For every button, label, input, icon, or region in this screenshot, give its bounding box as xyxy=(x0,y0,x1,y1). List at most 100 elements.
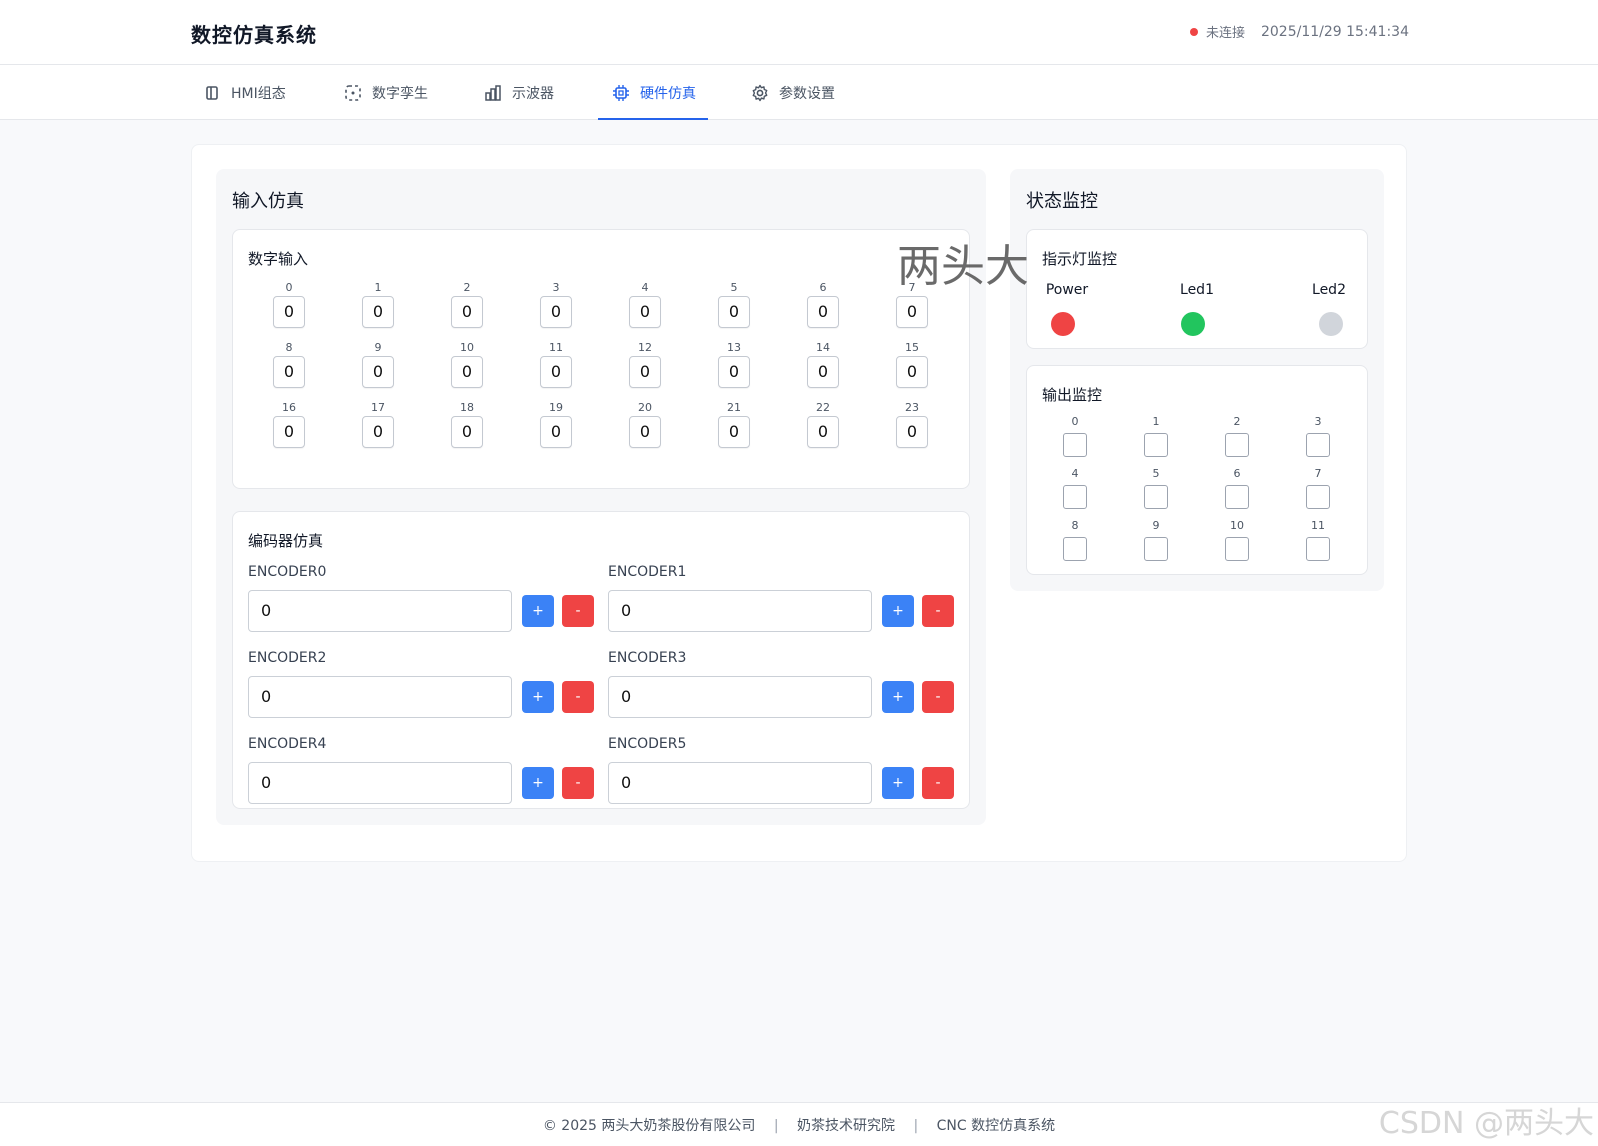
digital-input-channel: 40 xyxy=(629,280,661,328)
digital-input-value[interactable]: 0 xyxy=(273,416,305,448)
digital-input-channel: 50 xyxy=(718,280,750,328)
encoder-value-input[interactable]: 0 xyxy=(248,762,512,804)
output-state-box xyxy=(1063,537,1087,561)
encoder-increment-button[interactable]: + xyxy=(882,681,914,713)
digital-input-card: 数字输入 0 0 1 0 2 0 3 0 4 0 5 0 6 0 7 0 8 0 9 0 10 0 11 0 12 0 13 0 14 0… xyxy=(232,229,970,489)
encoder-decrement-button[interactable]: - xyxy=(922,681,954,713)
digital-input-value[interactable]: 0 xyxy=(718,416,750,448)
channel-label: 12 xyxy=(638,341,652,354)
digital-input-channel: 60 xyxy=(807,280,839,328)
digital-input-title: 数字输入 xyxy=(248,250,309,268)
tab-settings[interactable]: 参数设置 xyxy=(751,65,835,120)
encoder-label: ENCODER3 xyxy=(608,650,687,666)
encoder-label: ENCODER1 xyxy=(608,564,687,580)
encoder-decrement-button[interactable]: - xyxy=(562,767,594,799)
encoder-label: ENCODER4 xyxy=(248,736,327,752)
channel-label: 17 xyxy=(371,401,385,414)
tab-oscilloscope[interactable]: 示波器 xyxy=(484,65,554,120)
digital-input-value[interactable]: 0 xyxy=(807,296,839,328)
digital-input-value[interactable]: 0 xyxy=(540,416,572,448)
app-title: 数控仿真系统 xyxy=(191,23,317,47)
digital-input-value[interactable]: 0 xyxy=(629,416,661,448)
digital-input-value[interactable]: 0 xyxy=(896,296,928,328)
input-sim-panel: 输入仿真 数字输入 0 0 1 0 2 0 3 0 4 0 5 0 6 0 7 0 8 0 9 0 10 0 11 0 12 0 1… xyxy=(216,169,986,825)
digital-input-value[interactable]: 0 xyxy=(807,356,839,388)
digital-input-value[interactable]: 0 xyxy=(273,296,305,328)
encoder-item: ENCODER3 0 + - xyxy=(608,650,954,720)
output-channel: 8 xyxy=(1063,518,1087,561)
encoder-increment-button[interactable]: + xyxy=(882,595,914,627)
digital-input-channel: 17 0 xyxy=(362,400,394,448)
digital-input-value[interactable]: 0 xyxy=(540,296,572,328)
tab-hardware-sim[interactable]: 硬件仿真 xyxy=(598,65,708,120)
tab-digital-twin[interactable]: 数字孪生 xyxy=(344,65,428,120)
channel-label: 4 xyxy=(641,281,649,294)
encoder-decrement-button[interactable]: - xyxy=(562,595,594,627)
digital-input-value[interactable]: 0 xyxy=(540,356,572,388)
digital-input-channel: 15 0 xyxy=(896,340,928,388)
encoder-decrement-button[interactable]: - xyxy=(922,595,954,627)
output-label: 8 xyxy=(1071,519,1079,532)
digital-input-value[interactable]: 0 xyxy=(362,296,394,328)
digital-input-value[interactable]: 0 xyxy=(362,356,394,388)
tab-label: HMI组态 xyxy=(231,85,286,102)
output-state-box xyxy=(1225,433,1249,457)
digital-input-channel: 30 xyxy=(540,280,572,328)
tab-label: 数字孪生 xyxy=(372,85,428,102)
output-monitor-card: 输出监控 0 1 2 3 4 5 6 7 8 9 10 11 xyxy=(1026,365,1368,575)
digital-input-value[interactable]: 0 xyxy=(629,296,661,328)
digital-input-value[interactable]: 0 xyxy=(718,296,750,328)
dashed-frame-icon xyxy=(344,84,362,102)
digital-input-value[interactable]: 0 xyxy=(451,416,483,448)
encoder-value-input[interactable]: 0 xyxy=(608,762,872,804)
chip-icon xyxy=(612,84,630,102)
output-state-box xyxy=(1144,433,1168,457)
csdn-watermark: CSDN @两头大 xyxy=(1378,1106,1594,1141)
encoder-label: ENCODER5 xyxy=(608,736,687,752)
digital-input-value[interactable]: 0 xyxy=(629,356,661,388)
output-state-box xyxy=(1306,433,1330,457)
channel-label: 9 xyxy=(374,341,382,354)
led-label: Led1 xyxy=(1180,282,1214,298)
digital-input-value[interactable]: 0 xyxy=(718,356,750,388)
digital-input-value[interactable]: 0 xyxy=(273,356,305,388)
footer-separator: | xyxy=(913,1118,919,1134)
encoder-item: ENCODER0 0 + - xyxy=(248,564,594,634)
tab-hmi[interactable]: HMI组态 xyxy=(203,65,286,120)
encoder-decrement-button[interactable]: - xyxy=(562,681,594,713)
output-channel: 3 xyxy=(1306,414,1330,457)
tab-label: 参数设置 xyxy=(779,85,835,102)
digital-input-value[interactable]: 0 xyxy=(451,356,483,388)
encoder-title: 编码器仿真 xyxy=(248,532,324,550)
encoder-increment-button[interactable]: + xyxy=(522,681,554,713)
output-monitor-title: 输出监控 xyxy=(1042,386,1103,404)
footer-copyright: © 2025 两头大奶茶股份有限公司 xyxy=(542,1118,756,1134)
panel-title: 输入仿真 xyxy=(232,191,304,212)
digital-input-value[interactable]: 0 xyxy=(807,416,839,448)
gear-icon xyxy=(751,84,769,102)
encoder-value-input[interactable]: 0 xyxy=(248,590,512,632)
digital-input-value[interactable]: 0 xyxy=(896,356,928,388)
footer-institute: 奶茶技术研究院 xyxy=(797,1118,896,1134)
digital-input-channel: 19 0 xyxy=(540,400,572,448)
channel-label: 20 xyxy=(638,401,652,414)
channel-label: 11 xyxy=(549,341,563,354)
encoder-increment-button[interactable]: + xyxy=(522,767,554,799)
channel-label: 3 xyxy=(552,281,560,294)
encoder-value-input[interactable]: 0 xyxy=(608,590,872,632)
encoder-value-input[interactable]: 0 xyxy=(248,676,512,718)
encoder-label: ENCODER0 xyxy=(248,564,327,580)
encoder-increment-button[interactable]: + xyxy=(882,767,914,799)
channel-label: 23 xyxy=(905,401,919,414)
digital-input-value[interactable]: 0 xyxy=(451,296,483,328)
output-channel: 9 xyxy=(1144,518,1168,561)
bar-chart-icon xyxy=(484,84,502,102)
encoder-increment-button[interactable]: + xyxy=(522,595,554,627)
digital-input-value[interactable]: 0 xyxy=(362,416,394,448)
encoder-value-input[interactable]: 0 xyxy=(608,676,872,718)
output-label: 9 xyxy=(1152,519,1160,532)
digital-input-value[interactable]: 0 xyxy=(896,416,928,448)
channel-label: 5 xyxy=(730,281,738,294)
encoder-decrement-button[interactable]: - xyxy=(922,767,954,799)
encoder-item: ENCODER4 0 + - xyxy=(248,736,594,806)
